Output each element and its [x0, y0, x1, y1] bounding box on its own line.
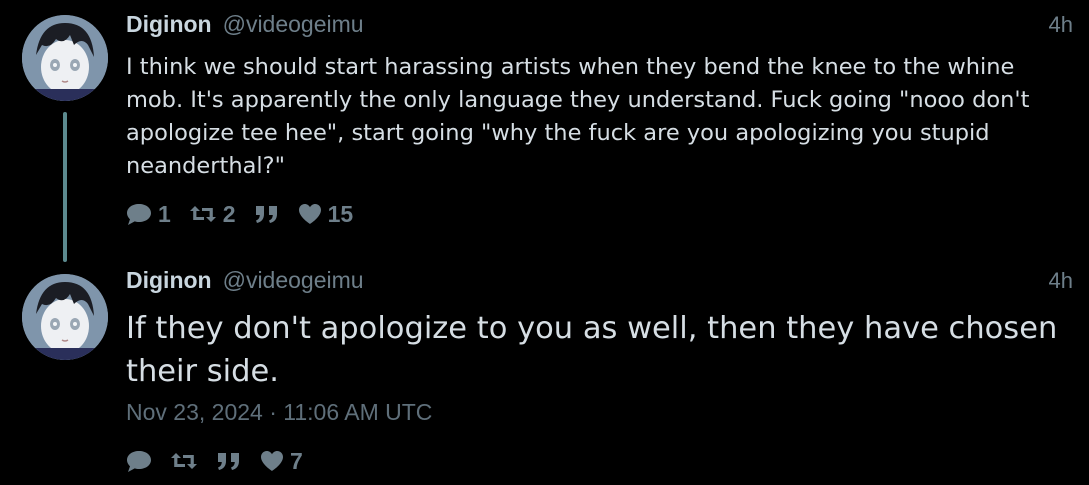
retweet-count: 2: [222, 200, 236, 227]
reply-button[interactable]: [126, 449, 152, 473]
quote-button[interactable]: [254, 204, 280, 224]
speech-bubble-icon: [127, 451, 151, 472]
like-button[interactable]: 15: [298, 200, 354, 228]
tweet-text: If they don't apologize to you as well, …: [126, 311, 1058, 389]
avatar-image: [22, 15, 108, 101]
reply-button[interactable]: 1: [126, 201, 171, 228]
retweet-button[interactable]: [170, 450, 198, 472]
quote-icon: [218, 453, 239, 470]
thread-page: Diginon @videogeimu 4h I think we should…: [0, 0, 1089, 485]
quote-icon: [255, 206, 277, 223]
tweet-main: Diginon @videogeimu 4h If they don't apo…: [0, 262, 1089, 485]
tweet-actions: 1 2 15: [126, 199, 371, 229]
avatar-image: [22, 274, 108, 360]
retweet-icon: [171, 453, 197, 469]
tweet-date[interactable]: Nov 23, 2024 · 11:06 AM UTC: [126, 399, 432, 426]
avatar[interactable]: [22, 274, 108, 360]
quote-button[interactable]: [216, 451, 242, 471]
author-handle[interactable]: @videogeimu: [223, 267, 364, 294]
tweet-text: I think we should start harassing artist…: [126, 54, 1030, 179]
tweet-header: Diginon @videogeimu 4h: [126, 11, 1073, 41]
tweet-time[interactable]: 4h: [1049, 12, 1073, 38]
like-count: 15: [327, 200, 354, 227]
author-name[interactable]: Diginon: [126, 11, 212, 38]
heart-icon: [261, 451, 283, 471]
like-button[interactable]: 7: [260, 448, 303, 475]
thread-connector-line: [63, 112, 67, 262]
tweet-actions: 7: [126, 446, 321, 476]
author-handle[interactable]: @videogeimu: [223, 11, 364, 38]
retweet-icon: [189, 206, 216, 222]
heart-icon: [298, 204, 321, 224]
reply-count: 1: [158, 200, 171, 227]
tweet-time[interactable]: 4h: [1049, 268, 1073, 294]
avatar[interactable]: [22, 15, 108, 101]
retweet-button[interactable]: 2: [189, 201, 236, 228]
like-count: 7: [290, 447, 303, 474]
author-name[interactable]: Diginon: [126, 267, 212, 294]
tweet: Diginon @videogeimu 4h I think we should…: [0, 0, 1089, 262]
speech-bubble-icon: [127, 204, 151, 225]
tweet-header: Diginon @videogeimu 4h: [126, 267, 1073, 297]
